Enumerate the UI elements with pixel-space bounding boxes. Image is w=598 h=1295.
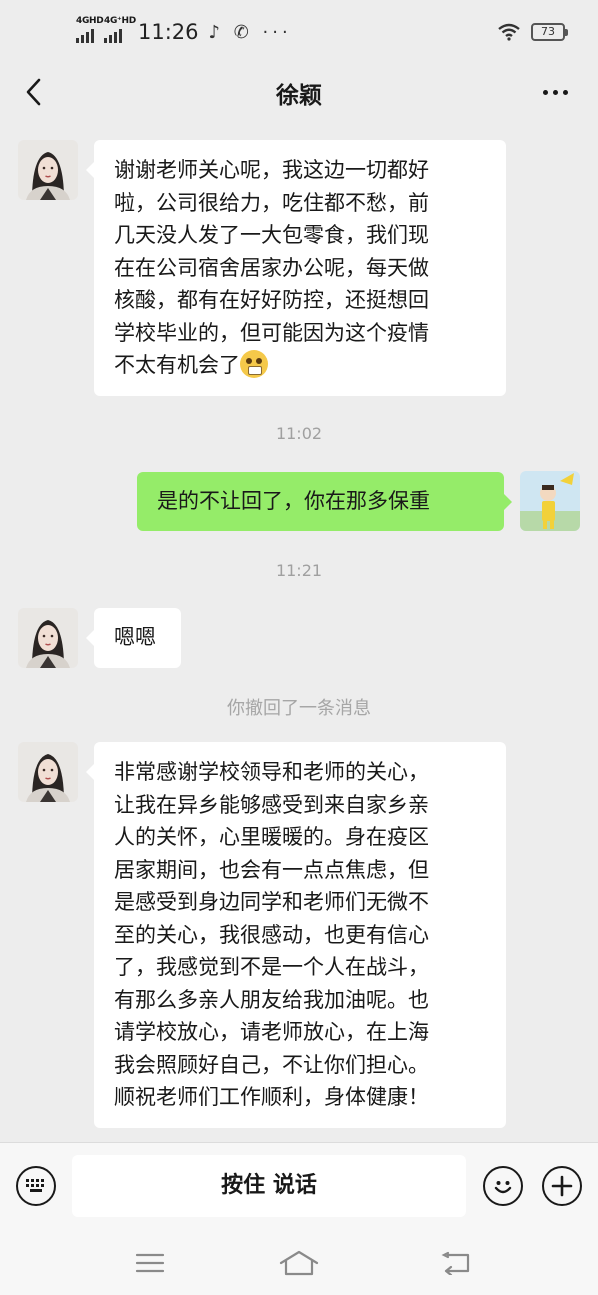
keyboard-icon [26,1179,44,1192]
timestamp: 11:21 [275,561,323,580]
message-bubble[interactable]: 谢谢老师关心呢，我这边一切都好 啦，公司很给力，吃住都不愁，前 几天没人发了一大… [86,140,506,396]
more-functions-button[interactable] [542,1166,582,1206]
voice-keyboard-toggle[interactable] [16,1166,56,1206]
return-icon [441,1251,470,1275]
message-line: 顺祝老师们工作顺利，身体健康！ [114,1085,429,1109]
message-line: 在在公司宿舍居家办公呢，每天做 [114,255,429,280]
message-line: 是的不让回了，你在那多保重 [157,489,430,513]
hold-to-talk-button[interactable]: 按住 说话 [72,1155,466,1217]
wifi-icon [498,23,520,41]
contact-avatar[interactable] [18,140,78,200]
plus-icon [551,1175,573,1197]
message-line: 非常感谢学校领导和老师的关心， [114,760,429,784]
cell-signal-icon: 4GHD [76,16,104,43]
message-line: 啦，公司很给力，吃住都不愁，前 [114,190,429,215]
home-button[interactable] [274,1246,324,1280]
message-line: 几天没人发了一大包零食，我们现 [114,223,429,247]
battery-level: 73 [531,23,565,41]
message-line: 不太有机会了 [114,353,240,377]
message-line: 嗯嗯 [114,625,156,649]
status-bar: 4GHD 4G⁺HD 11:26 ♪ ✆ ··· 73 [0,0,598,64]
message-line: 核酸，都有在好好防控，还挺想回 [114,288,429,312]
system-back-button[interactable] [431,1246,481,1280]
chat-header: 徐颖 [0,64,598,120]
grimace-emoji-icon [240,350,268,378]
contact-avatar-image [18,140,78,200]
cell-signal-2-icon: 4G⁺HD [104,16,136,43]
notification-icons: ♪ ✆ ··· [208,21,292,43]
status-time: 11:26 [138,20,199,44]
message-bubble-sent[interactable]: 是的不让回了，你在那多保重 [137,472,512,531]
menu-lines-icon [135,1253,165,1273]
message-line: 我会照顾好自己，不让你们担心。 [114,1052,429,1077]
contact-avatar-image [18,608,78,668]
chat-title: 徐颖 [276,83,322,109]
message-line: 了，我感觉到不是一个人在战斗， [114,955,429,979]
message-line: 是感受到身边同学和老师们无微不 [114,890,429,914]
message-line: 请学校放心，请老师放心，在上海 [114,1020,429,1044]
contact-avatar-image [18,742,78,802]
input-bar: 按住 说话 [0,1142,598,1232]
timestamp: 11:02 [275,424,323,443]
system-navigation-bar [0,1232,598,1295]
sim2-tag: 4G⁺HD [104,16,136,26]
sim1-tag: 4GHD [76,16,104,26]
emoji-button[interactable] [483,1166,523,1206]
message-line: 谢谢老师关心呢，我这边一切都好 [114,158,429,182]
message-line: 居家期间，也会有一点点焦虑，但 [114,857,429,882]
battery-icon: 73 [531,23,568,41]
message-line: 人的关怀，心里暖暖的。身在疫区 [114,825,429,849]
message-line: 学校毕业的，但可能因为这个疫情 [114,320,429,345]
message-line: 至的关心，我很感动，也更有信心 [114,922,429,947]
message-line: 让我在异乡能够感受到来自家乡亲 [114,792,429,817]
contact-avatar[interactable] [18,742,78,802]
more-dots-icon [542,89,548,95]
recall-notice: 你撤回了一条消息 [227,698,371,719]
message-line: 有那么多亲人朋友给我加油呢。也 [114,987,429,1012]
home-icon [279,1250,319,1276]
contact-avatar[interactable] [18,608,78,668]
my-avatar[interactable] [520,471,580,531]
more-button[interactable] [530,72,580,112]
smiley-icon [494,1181,512,1194]
my-avatar-image [520,471,580,531]
recent-apps-button[interactable] [125,1246,175,1280]
message-bubble[interactable]: 嗯嗯 [86,608,181,668]
message-bubble[interactable]: 非常感谢学校领导和老师的关心， 让我在异乡能够感受到来自家乡亲 人的关怀，心里暖… [86,742,506,1128]
